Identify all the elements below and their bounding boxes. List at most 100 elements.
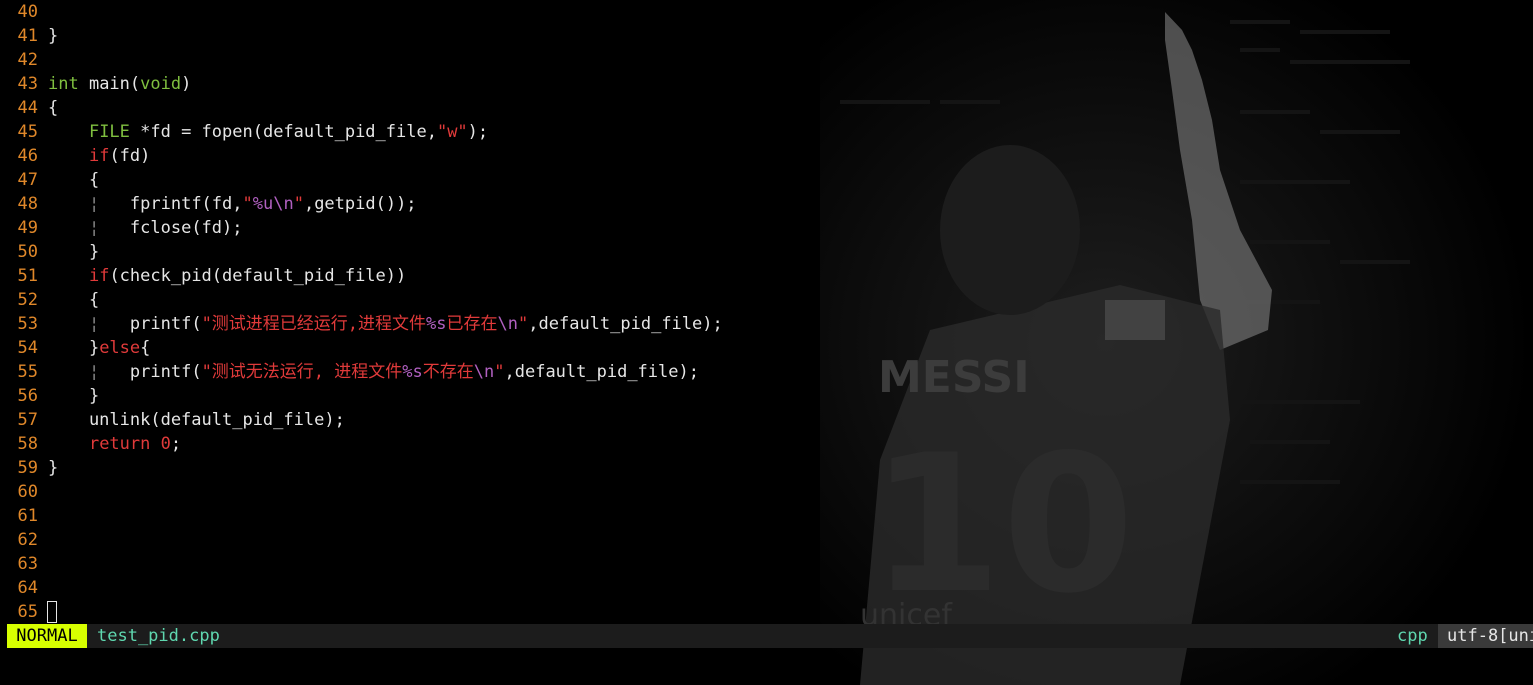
- code-line[interactable]: 53 ¦ printf("测试进程已经运行,进程文件%s已存在\n",defau…: [0, 312, 723, 336]
- line-number: 50: [17, 242, 38, 262]
- code-token: {: [48, 98, 59, 118]
- code-line[interactable]: 59}: [0, 456, 59, 480]
- code-line[interactable]: 51 if(check_pid(default_pid_file)): [0, 264, 407, 288]
- code-line[interactable]: 60: [0, 480, 48, 504]
- code-token: ;: [170, 434, 182, 454]
- code-token: {: [48, 170, 100, 190]
- code-token: }: [48, 242, 100, 262]
- code-line[interactable]: 42: [0, 48, 48, 72]
- code-line[interactable]: 49 ¦ fclose(fd);: [0, 216, 243, 240]
- line-number: 56: [17, 386, 38, 406]
- code-line[interactable]: 43 int main(void): [0, 72, 192, 96]
- code-token: FILE: [88, 122, 130, 142]
- code-token: "测试进程已经运行,进程文件: [201, 314, 427, 334]
- code-line[interactable]: 40: [0, 0, 48, 24]
- indent-guide: ¦: [88, 194, 100, 214]
- line-code: }: [48, 24, 58, 48]
- code-token: ": [293, 194, 304, 214]
- code-line[interactable]: 57 unlink(default_pid_file);: [0, 408, 345, 432]
- code-token: else: [99, 338, 141, 358]
- code-token: {: [48, 290, 100, 310]
- filename-label: test_pid.cpp: [97, 626, 220, 646]
- line-number: 46: [17, 146, 38, 166]
- line-code: }: [48, 240, 99, 264]
- line-number: 57: [17, 410, 38, 430]
- code-line[interactable]: 61: [0, 504, 48, 528]
- code-line[interactable]: 46 if(fd): [0, 144, 151, 168]
- code-token: int: [48, 74, 79, 94]
- indent-guide: ¦: [88, 218, 100, 238]
- code-line[interactable]: 63: [0, 552, 48, 576]
- line-code: }else{: [48, 336, 150, 360]
- code-editor-buffer[interactable]: 40 41} 42 43 int main(void) 44{45 FILE *fd = …: [0, 0, 1533, 624]
- code-line[interactable]: 65: [0, 600, 48, 624]
- code-token: ): [181, 74, 192, 94]
- code-token: if: [88, 146, 110, 166]
- line-code: {: [48, 96, 58, 120]
- code-token: ": [518, 314, 529, 334]
- code-line[interactable]: 41}: [0, 24, 59, 48]
- code-line[interactable]: 64: [0, 576, 48, 600]
- line-number: 53: [17, 314, 38, 334]
- code-line[interactable]: 62: [0, 528, 48, 552]
- code-token: ,getpid());: [303, 194, 417, 214]
- code-token: }: [48, 26, 59, 46]
- encoding-label: utf-8[uni: [1438, 624, 1533, 648]
- line-code: ¦ printf("测试无法运行, 进程文件%s不存在\n",default_p…: [48, 360, 699, 384]
- line-code: if(check_pid(default_pid_file)): [48, 264, 406, 288]
- status-line: NORMAL test_pid.cpp cpp utf-8[uni: [7, 624, 1533, 648]
- code-token: if: [88, 266, 110, 286]
- line-number: 47: [17, 170, 38, 190]
- code-line[interactable]: 55 ¦ printf("测试无法运行, 进程文件%s不存在\n",defaul…: [0, 360, 699, 384]
- line-code: FILE *fd = fopen(default_pid_file,"w");: [48, 120, 488, 144]
- line-code: int main(void): [48, 72, 191, 96]
- code-line[interactable]: 58 return 0;: [0, 432, 182, 456]
- line-code: }: [48, 384, 99, 408]
- code-token: );: [467, 122, 489, 142]
- code-token: void: [140, 74, 182, 94]
- line-number: 58: [17, 434, 38, 454]
- line-number: 62: [17, 530, 38, 550]
- code-line[interactable]: 44 {: [0, 96, 59, 120]
- line-number: 44: [17, 98, 38, 118]
- code-line[interactable]: 56 }: [0, 384, 100, 408]
- mode-indicator: NORMAL: [7, 624, 87, 648]
- line-number: 45: [17, 122, 38, 142]
- code-token: {: [140, 338, 151, 358]
- code-line[interactable]: 52 {: [0, 288, 100, 312]
- code-token: *fd = fopen(default_pid_file,: [129, 122, 437, 142]
- filetype-label: cpp: [1397, 626, 1428, 646]
- line-number: 65: [17, 602, 38, 622]
- line-number: 60: [17, 482, 38, 502]
- line-number: 51: [17, 266, 38, 286]
- code-token: printf(: [99, 362, 202, 382]
- code-token: ,default_pid_file);: [504, 362, 699, 382]
- line-number: 41: [17, 26, 38, 46]
- code-token: }: [48, 458, 59, 478]
- code-token: return: [88, 434, 151, 454]
- line-number: 64: [17, 578, 38, 598]
- line-code: ¦ fclose(fd);: [48, 216, 243, 240]
- code-token: 0: [160, 434, 171, 454]
- line-number: 59: [17, 458, 38, 478]
- code-token: %s: [426, 314, 447, 334]
- code-line[interactable]: 54 }else{: [0, 336, 151, 360]
- code-token: ": [494, 362, 505, 382]
- code-token: \n: [497, 314, 519, 334]
- code-token: (fd): [109, 146, 151, 166]
- code-token: "w": [436, 122, 468, 142]
- code-line[interactable]: 48 ¦ fprintf(fd,"%u\n",getpid());: [0, 192, 417, 216]
- code-line[interactable]: 47 {: [0, 168, 100, 192]
- code-token: unlink(default_pid_file);: [48, 410, 345, 430]
- line-number: 49: [17, 218, 38, 238]
- code-token: }: [48, 386, 100, 406]
- code-line[interactable]: 50 }: [0, 240, 100, 264]
- code-line[interactable]: 45 FILE *fd = fopen(default_pid_file,"w"…: [0, 120, 489, 144]
